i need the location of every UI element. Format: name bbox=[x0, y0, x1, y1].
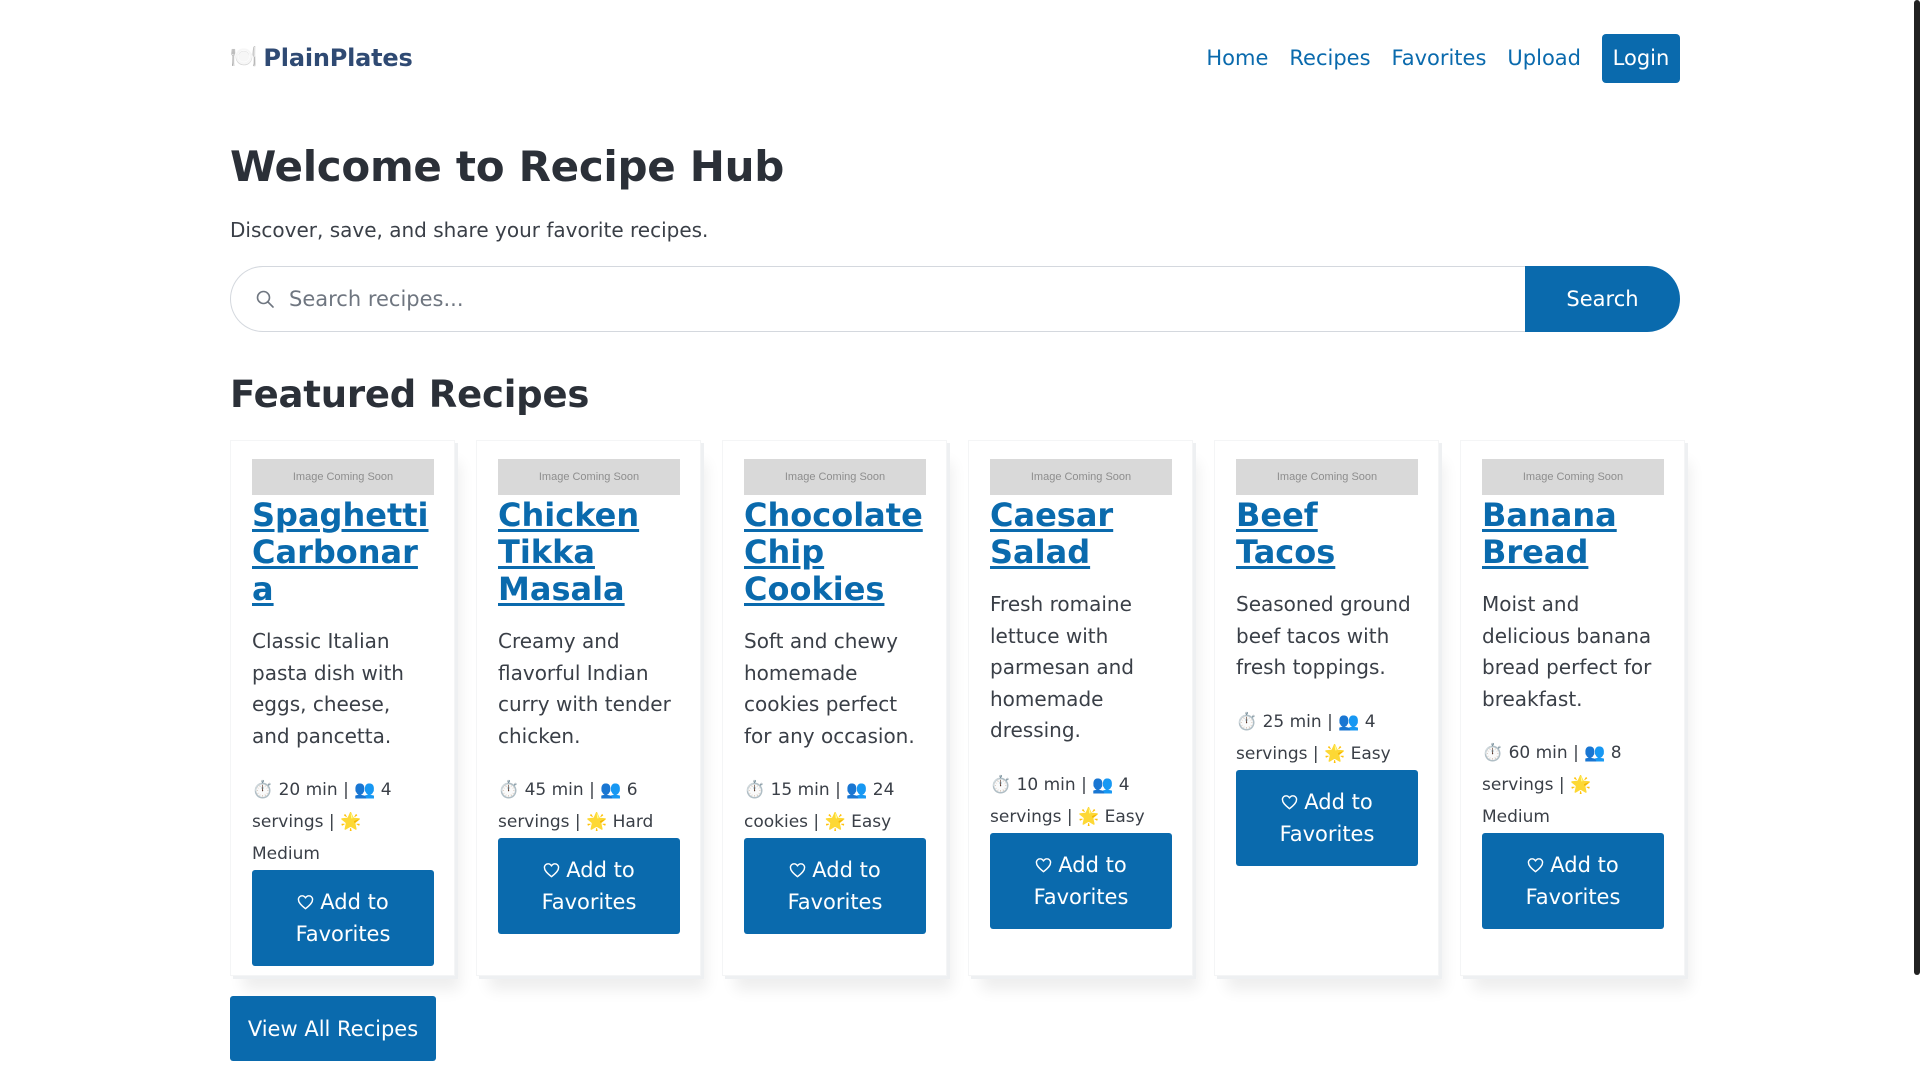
search-button[interactable]: Search bbox=[1525, 266, 1680, 332]
recipe-card: Image Coming Soon Chocolate Chip Cookies… bbox=[722, 440, 947, 976]
add-to-favorites-button[interactable]: Add to Favorites bbox=[1482, 833, 1664, 929]
brand-name: PlainPlates bbox=[263, 44, 413, 72]
nav-recipes-link[interactable]: Recipes bbox=[1289, 46, 1370, 70]
recipe-title-link[interactable]: Chicken Tikka Masala bbox=[498, 497, 679, 608]
page-scrollbar[interactable] bbox=[1914, 0, 1920, 975]
main-nav: Home Recipes Favorites Upload Login bbox=[1206, 33, 1680, 83]
heart-icon bbox=[1527, 858, 1544, 873]
heart-icon bbox=[297, 895, 314, 910]
recipe-meta: ⏱️ 10 min | 👥 4 servings | 🌟 Easy bbox=[990, 774, 1145, 827]
recipe-image-placeholder: Image Coming Soon bbox=[1482, 459, 1664, 495]
recipe-title-link[interactable]: Spaghetti Carbonara bbox=[252, 497, 433, 608]
recipe-card-list: Image Coming Soon Spaghetti Carbonara Cl… bbox=[230, 440, 1685, 976]
recipe-description: Moist and delicious banana bread perfect… bbox=[1482, 592, 1652, 711]
recipe-title-link[interactable]: Beef Tacos bbox=[1236, 497, 1417, 571]
plate-cutlery-icon: 🍽️ bbox=[230, 45, 258, 70]
recipe-card: Image Coming Soon Beef Tacos Seasoned gr… bbox=[1214, 440, 1439, 976]
recipe-title-link[interactable]: Banana Bread bbox=[1482, 497, 1663, 571]
recipe-description: Seasoned ground beef tacos with fresh to… bbox=[1236, 592, 1411, 679]
recipe-meta: ⏱️ 25 min | 👥 4 servings | 🌟 Easy bbox=[1236, 711, 1391, 764]
view-all-recipes-button[interactable]: View All Recipes bbox=[230, 996, 436, 1061]
recipe-image-placeholder: Image Coming Soon bbox=[744, 459, 926, 495]
search-input[interactable] bbox=[289, 287, 1525, 311]
recipe-card: Image Coming Soon Banana Bread Moist and… bbox=[1460, 440, 1685, 976]
add-to-favorites-button[interactable]: Add to Favorites bbox=[1236, 769, 1418, 866]
recipe-image-placeholder: Image Coming Soon bbox=[1236, 459, 1418, 495]
recipe-description: Creamy and flavorful Indian curry with t… bbox=[498, 629, 671, 748]
site-header: 🍽️ PlainPlates Home Recipes Favorites Up… bbox=[230, 33, 1680, 83]
recipe-image-placeholder: Image Coming Soon bbox=[498, 459, 680, 495]
add-to-favorites-button[interactable]: Add to Favorites bbox=[498, 838, 680, 934]
recipe-meta: ⏱️ 60 min | 👥 8 servings | 🌟 Medium bbox=[1482, 743, 1622, 827]
page-title: Welcome to Recipe Hub bbox=[230, 142, 784, 191]
recipe-meta: ⏱️ 20 min | 👥 4 servings | 🌟 Medium bbox=[252, 780, 392, 864]
recipe-card: Image Coming Soon Spaghetti Carbonara Cl… bbox=[230, 440, 455, 976]
logo[interactable]: 🍽️ PlainPlates bbox=[230, 44, 413, 72]
page: 🍽️ PlainPlates Home Recipes Favorites Up… bbox=[0, 0, 1920, 1080]
featured-recipes-heading: Featured Recipes bbox=[230, 373, 590, 416]
recipe-description: Classic Italian pasta dish with eggs, ch… bbox=[252, 629, 404, 748]
add-to-favorites-button[interactable]: Add to Favorites bbox=[990, 832, 1172, 929]
recipe-image-placeholder: Image Coming Soon bbox=[252, 459, 434, 495]
recipe-title-link[interactable]: Caesar Salad bbox=[990, 497, 1171, 571]
page-subtitle: Discover, save, and share your favorite … bbox=[230, 218, 709, 242]
search-icon bbox=[256, 290, 274, 308]
heart-icon bbox=[543, 863, 560, 878]
search-field bbox=[230, 266, 1525, 332]
recipe-title-link[interactable]: Chocolate Chip Cookies bbox=[744, 497, 925, 608]
heart-icon bbox=[789, 863, 806, 878]
nav-favorites-link[interactable]: Favorites bbox=[1392, 46, 1487, 70]
recipe-card: Image Coming Soon Chicken Tikka Masala C… bbox=[476, 440, 701, 976]
recipe-description: Fresh romaine lettuce with parmesan and … bbox=[990, 592, 1134, 742]
recipe-meta: ⏱️ 15 min | 👥 24 cookies | 🌟 Easy bbox=[744, 780, 895, 832]
recipe-description: Soft and chewy homemade cookies perfect … bbox=[744, 629, 915, 748]
search-form: Search bbox=[230, 266, 1680, 332]
recipe-card: Image Coming Soon Caesar Salad Fresh rom… bbox=[968, 440, 1193, 976]
login-button[interactable]: Login bbox=[1602, 33, 1680, 83]
recipe-image-placeholder: Image Coming Soon bbox=[990, 459, 1172, 495]
heart-icon bbox=[1035, 857, 1052, 872]
nav-home-link[interactable]: Home bbox=[1206, 46, 1268, 70]
add-to-favorites-button[interactable]: Add to Favorites bbox=[744, 838, 926, 934]
recipe-meta: ⏱️ 45 min | 👥 6 servings | 🌟 Hard bbox=[498, 780, 654, 832]
nav-upload-link[interactable]: Upload bbox=[1507, 46, 1581, 70]
add-to-favorites-button[interactable]: Add to Favorites bbox=[252, 870, 434, 966]
heart-icon bbox=[1281, 794, 1298, 809]
